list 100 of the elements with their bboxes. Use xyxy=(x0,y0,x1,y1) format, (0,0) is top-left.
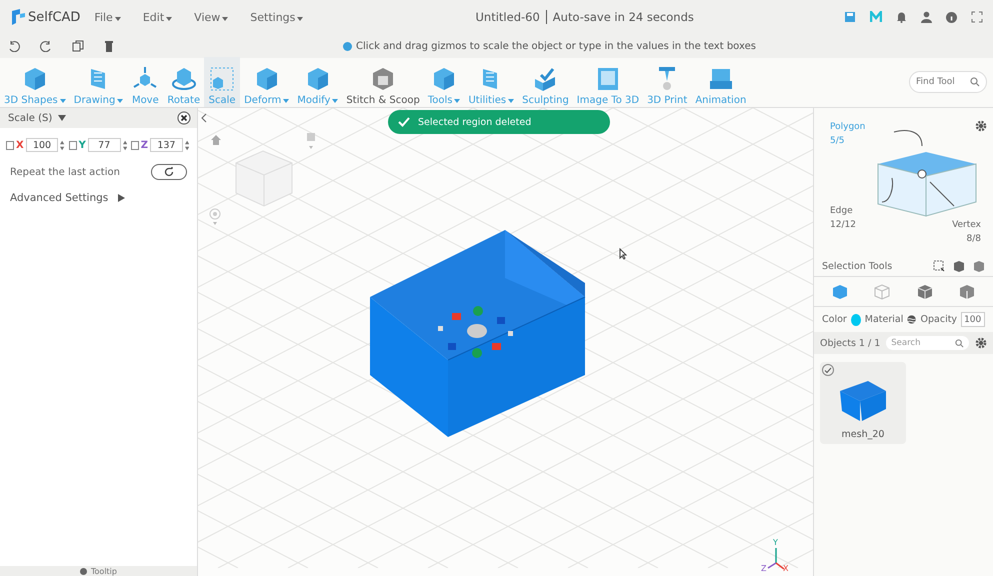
axis-label: Z xyxy=(140,140,148,150)
cube-icon[interactable] xyxy=(953,260,965,272)
axis-value-field[interactable]: 77 xyxy=(88,138,121,152)
redo-icon[interactable] xyxy=(40,40,52,52)
expand-arrow-icon[interactable] xyxy=(118,194,126,202)
check-circle-icon[interactable] xyxy=(822,364,834,376)
axis-value-field[interactable]: 100 xyxy=(26,138,58,152)
user-icon[interactable] xyxy=(921,11,932,23)
opacity-label: Opacity xyxy=(920,314,958,325)
toolbar-button[interactable]: Modify xyxy=(293,57,342,107)
axis-label: Y xyxy=(78,140,86,150)
toolbar-button[interactable]: Drawing xyxy=(70,57,128,107)
material-sphere-icon[interactable] xyxy=(907,314,917,325)
app-logo: SelfCAD xyxy=(28,10,80,24)
polygon-count: 5/5 xyxy=(830,135,846,148)
caret-icon[interactable] xyxy=(114,16,121,20)
logo-icon xyxy=(10,8,26,26)
axes-gizmo-drawing xyxy=(765,546,787,572)
repeat-label: Repeat the last action xyxy=(10,166,120,178)
bell-icon[interactable] xyxy=(896,11,907,23)
close-icon[interactable] xyxy=(177,111,191,125)
trash-icon[interactable] xyxy=(104,40,114,52)
menu-item[interactable]: View xyxy=(194,10,228,24)
selection-tools-label: Selection Tools xyxy=(822,260,892,272)
spinner-icon[interactable] xyxy=(184,140,189,150)
scale-tool-icon xyxy=(208,65,236,93)
shaded-cube-icon[interactable] xyxy=(958,284,975,300)
axis-z-label: Z xyxy=(761,564,766,573)
toolbar-button[interactable]: Tools xyxy=(424,57,464,107)
search-icon xyxy=(970,77,980,87)
axis-x-label: X xyxy=(783,564,788,573)
document-title: Untitled-60 xyxy=(476,10,540,24)
object-name: mesh_20 xyxy=(842,429,884,440)
caret-icon[interactable] xyxy=(60,98,66,102)
advanced-settings-toggle[interactable]: Advanced Settings xyxy=(10,192,108,204)
caret-icon[interactable] xyxy=(283,98,290,102)
toolbar-button[interactable]: Rotate xyxy=(163,57,204,107)
search-placeholder: Search xyxy=(891,338,920,348)
home-icon[interactable] xyxy=(210,134,222,146)
axis-checkbox[interactable] xyxy=(68,140,77,150)
toolbar-button[interactable]: Scale xyxy=(204,57,240,107)
undo-icon[interactable] xyxy=(8,40,20,52)
axis-checkbox[interactable] xyxy=(6,140,14,150)
toolbar-button[interactable]: Image To 3D xyxy=(572,57,644,107)
save-icon[interactable] xyxy=(844,11,856,23)
material-label: Material xyxy=(864,314,904,325)
toolbar-button[interactable]: 3D Print xyxy=(643,57,692,107)
search-icon xyxy=(955,338,964,348)
menu-item[interactable]: File xyxy=(94,10,121,24)
hint-text: Click and drag gizmos to scale the object or type in the values in the text boxes xyxy=(356,40,756,52)
toolbar-button[interactable]: Deform xyxy=(240,57,294,107)
opacity-field[interactable]: 100 xyxy=(961,312,985,327)
cube-icon[interactable] xyxy=(973,260,985,272)
cursor-icon xyxy=(619,248,627,260)
toast-message: Selected region deleted xyxy=(418,116,532,128)
object-search-field[interactable]: Search xyxy=(886,336,969,350)
repeat-button[interactable] xyxy=(151,164,187,180)
autosave-status: Auto-save in 24 seconds xyxy=(552,10,694,24)
color-swatch[interactable] xyxy=(850,314,861,326)
fullscreen-icon[interactable] xyxy=(971,11,983,23)
box-select-icon[interactable] xyxy=(933,260,945,272)
menu-item[interactable]: Edit xyxy=(142,10,172,24)
settings-icon[interactable] xyxy=(975,337,987,349)
spinner-icon[interactable] xyxy=(122,140,127,150)
polygon-mode-label[interactable]: Polygon xyxy=(830,120,866,134)
refresh-icon xyxy=(164,167,174,177)
vertex-mode-label[interactable]: Vertex xyxy=(952,218,981,232)
caret-icon[interactable] xyxy=(297,16,304,20)
caret-icon[interactable] xyxy=(332,98,338,102)
find-tool-field[interactable]: Find Tool xyxy=(909,71,987,93)
rotate-tool-icon xyxy=(170,65,198,93)
caret-icon[interactable] xyxy=(222,16,228,20)
objects-count: Objects 1 / 1 xyxy=(820,338,880,348)
solid-cube-icon[interactable] xyxy=(832,284,848,300)
spinner-icon[interactable] xyxy=(60,140,65,150)
find-tool-placeholder: Find Tool xyxy=(916,77,956,87)
toolbar-button[interactable]: 3D Shapes xyxy=(0,57,70,107)
caret-icon[interactable] xyxy=(166,16,172,20)
edge-mode-label[interactable]: Edge xyxy=(830,204,856,218)
box-thumbnail-drawing xyxy=(838,379,888,423)
vertex-count: 8/8 xyxy=(966,233,981,246)
toolbar-button[interactable]: Move xyxy=(127,57,164,107)
grid-cube-icon[interactable] xyxy=(916,284,933,300)
toolbar-button[interactable]: Utilities xyxy=(464,57,518,107)
caret-icon[interactable] xyxy=(58,115,66,121)
caret-icon[interactable] xyxy=(117,98,124,102)
toolbar-button[interactable]: Stitch & Scoop xyxy=(342,57,424,107)
toolbar-button[interactable]: Animation xyxy=(691,57,750,107)
edge-count: 12/12 xyxy=(830,219,856,232)
object-thumbnail-card[interactable]: mesh_20 xyxy=(820,362,906,444)
toolbar-button[interactable]: Sculpting xyxy=(518,57,573,107)
axis-checkbox[interactable] xyxy=(130,140,139,150)
caret-icon[interactable] xyxy=(454,98,460,102)
copy-icon[interactable] xyxy=(72,40,84,52)
axis-value-field[interactable]: 137 xyxy=(150,138,183,152)
menu-item[interactable]: Settings xyxy=(250,10,304,24)
settings-icon[interactable] xyxy=(975,120,987,132)
panel-title: Scale (S) xyxy=(8,112,52,124)
caret-icon[interactable] xyxy=(508,98,514,102)
axis-y-label: Y xyxy=(773,538,778,547)
